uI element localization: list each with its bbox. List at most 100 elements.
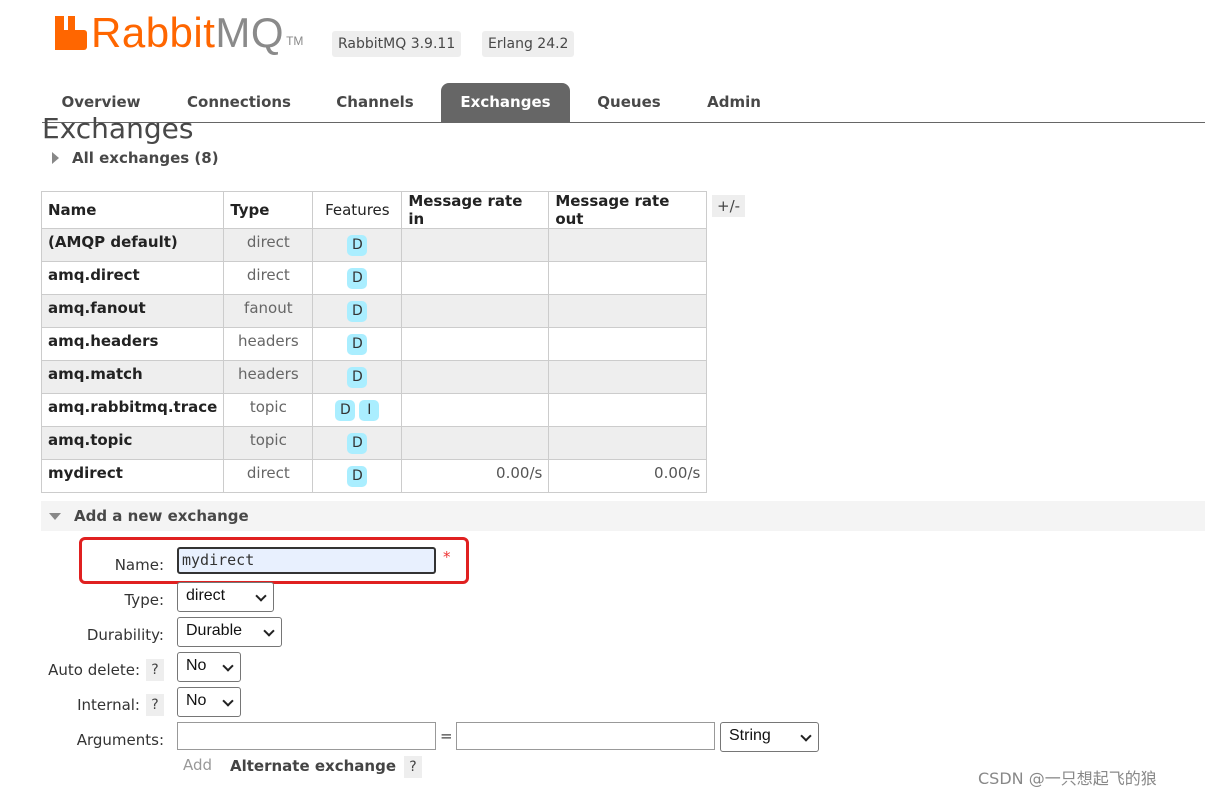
table-row: amq.match headers D — [40, 360, 708, 394]
table-row: amq.headers headers D — [40, 327, 708, 361]
exchange-name-link[interactable]: (AMQP default) — [40, 228, 225, 262]
table-row: amq.rabbitmq.trace topic DI — [40, 393, 708, 427]
auto-delete-select[interactable]: No — [177, 652, 241, 682]
erlang-version-badge: Erlang 24.2 — [482, 31, 575, 57]
durability-label: Durability: — [86, 626, 164, 644]
exchange-name-link[interactable]: amq.direct — [40, 261, 225, 295]
column-header-rate-out[interactable]: Message rate out — [548, 191, 708, 229]
argument-type-select-value: String — [729, 727, 771, 744]
exchange-type: headers — [223, 360, 314, 394]
durability-select[interactable]: Durable — [177, 617, 282, 647]
tab-connections[interactable]: Connections — [176, 83, 302, 122]
type-select-value: direct — [186, 587, 226, 604]
chevron-down-icon — [222, 660, 234, 672]
rate-out — [548, 261, 708, 295]
logo-trademark: TM — [286, 34, 304, 48]
rate-out — [548, 360, 708, 394]
collapse-triangle-icon — [49, 512, 61, 520]
auto-delete-select-value: No — [186, 657, 207, 674]
durable-badge: D — [347, 268, 368, 289]
tab-exchanges[interactable]: Exchanges — [441, 83, 570, 122]
column-header-type[interactable]: Type — [223, 191, 314, 229]
argument-type-select[interactable]: String — [720, 722, 819, 752]
exchange-name-link[interactable]: amq.topic — [40, 426, 225, 460]
exchanges-table: Name Type Features Message rate in Messa… — [40, 191, 708, 493]
table-row: amq.direct direct D — [40, 261, 708, 295]
add-exchange-title: Add a new exchange — [74, 507, 249, 525]
logo-mq-text: MQ — [215, 9, 285, 56]
rate-in — [401, 294, 550, 328]
exchange-name-link[interactable]: amq.rabbitmq.trace — [40, 393, 225, 427]
column-toggle-button[interactable]: +/- — [712, 195, 746, 217]
rate-in — [401, 228, 550, 262]
rate-in — [401, 327, 550, 361]
exchange-type: fanout — [223, 294, 314, 328]
durable-badge: D — [347, 235, 368, 256]
rate-in: 0.00/s — [401, 459, 550, 493]
type-select[interactable]: direct — [177, 582, 274, 612]
page-title: Exchanges — [42, 112, 194, 145]
column-header-name[interactable]: Name — [40, 191, 225, 229]
durable-badge: D — [347, 301, 368, 322]
rate-in — [401, 426, 550, 460]
tab-channels[interactable]: Channels — [320, 83, 430, 122]
exchange-name-link[interactable]: amq.fanout — [40, 294, 225, 328]
rate-out — [548, 426, 708, 460]
chevron-down-icon — [263, 625, 275, 637]
durable-badge: D — [347, 367, 368, 388]
exchange-name-link[interactable]: amq.headers — [40, 327, 225, 361]
exchange-type: topic — [223, 393, 314, 427]
all-exchanges-label: All exchanges (8) — [72, 149, 219, 167]
table-row: (AMQP default) direct D — [40, 228, 708, 262]
exchange-type: headers — [223, 327, 314, 361]
auto-delete-help-button[interactable]: ? — [146, 659, 164, 681]
exchange-type: direct — [223, 261, 314, 295]
durable-badge: D — [347, 334, 368, 355]
alternate-exchange-link[interactable]: Alternate exchange — [230, 757, 396, 775]
exchange-type: topic — [223, 426, 314, 460]
csdn-watermark: CSDN @一只想起飞的狼 — [978, 769, 1157, 788]
table-row: amq.fanout fanout D — [40, 294, 708, 328]
chevron-down-icon — [222, 695, 234, 707]
internal-badge: I — [359, 400, 380, 421]
rabbitmq-logo[interactable]: RabbitMQ TM — [55, 10, 303, 56]
durable-badge: D — [347, 433, 368, 454]
internal-help-button[interactable]: ? — [146, 694, 164, 716]
rabbitmq-version-badge: RabbitMQ 3.9.11 — [332, 31, 462, 57]
column-header-features: Features — [312, 191, 403, 229]
exchange-name-input[interactable]: mydirect — [177, 547, 436, 574]
tab-queues[interactable]: Queues — [582, 83, 676, 122]
argument-key-input[interactable] — [177, 722, 436, 750]
tab-admin[interactable]: Admin — [692, 83, 776, 122]
chevron-down-icon — [800, 730, 812, 742]
column-header-rate-in[interactable]: Message rate in — [401, 191, 550, 229]
main-nav-tabs: Overview Connections Channels Exchanges … — [42, 83, 1205, 123]
rabbit-logo-icon — [55, 16, 87, 50]
type-label: Type: — [124, 591, 164, 609]
rate-out — [548, 228, 708, 262]
add-exchange-toggle[interactable]: Add a new exchange — [41, 501, 1205, 531]
argument-value-input[interactable] — [456, 722, 715, 750]
rate-out: 0.00/s — [548, 459, 708, 493]
rate-out — [548, 393, 708, 427]
all-exchanges-toggle[interactable]: All exchanges (8) — [52, 149, 219, 167]
auto-delete-label: Auto delete: — [48, 661, 140, 679]
rate-out — [548, 294, 708, 328]
internal-label: Internal: — [77, 696, 140, 714]
exchange-name-link[interactable]: mydirect — [40, 459, 225, 493]
exchange-name-link[interactable]: amq.match — [40, 360, 225, 394]
add-argument-link[interactable]: Add — [183, 756, 212, 774]
rate-out — [548, 327, 708, 361]
name-label: Name: — [114, 556, 164, 574]
alternate-exchange-help-button[interactable]: ? — [404, 756, 422, 778]
durable-badge: D — [335, 400, 356, 421]
logo-rabbit-text: Rabbit — [91, 9, 216, 56]
table-row: amq.topic topic D — [40, 426, 708, 460]
exchange-type: direct — [223, 228, 314, 262]
durability-select-value: Durable — [186, 622, 243, 639]
table-row: mydirect direct D 0.00/s 0.00/s — [40, 459, 708, 493]
rate-in — [401, 360, 550, 394]
required-marker: * — [443, 548, 451, 566]
internal-select[interactable]: No — [177, 687, 241, 717]
exchange-type: direct — [223, 459, 314, 493]
